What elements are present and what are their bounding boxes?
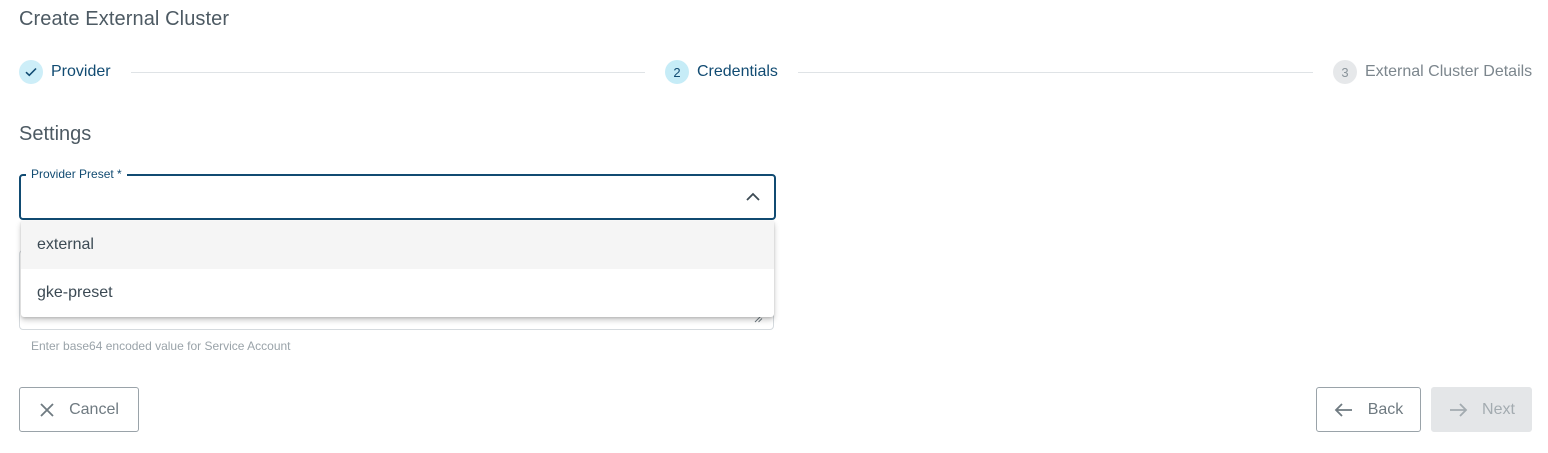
arrow-right-icon <box>1450 402 1468 417</box>
page-title: Create External Cluster <box>19 8 230 30</box>
close-icon <box>40 402 54 417</box>
step-number: 2 <box>665 60 689 84</box>
arrow-left-icon <box>1334 402 1352 417</box>
chevron-up-icon[interactable] <box>745 191 761 203</box>
provider-preset-label: Provider Preset * <box>26 167 127 181</box>
service-account-hint: Enter base64 encoded value for Service A… <box>31 339 291 353</box>
option-gke-preset[interactable]: gke-preset <box>21 269 774 317</box>
step-external-cluster-details[interactable]: 3 External Cluster Details <box>1333 60 1532 84</box>
check-icon <box>19 60 43 84</box>
next-label: Next <box>1482 400 1515 418</box>
back-label: Back <box>1367 400 1404 418</box>
step-connector <box>131 72 645 73</box>
cancel-button[interactable]: Cancel <box>19 387 139 432</box>
step-label: Provider <box>51 63 111 80</box>
step-number: 3 <box>1333 60 1357 84</box>
step-label: External Cluster Details <box>1365 63 1533 80</box>
section-title: Settings <box>19 123 92 145</box>
create-external-cluster-page: Create External Cluster Provider 2 Crede… <box>0 0 1548 453</box>
step-connector <box>798 72 1313 73</box>
provider-preset-select[interactable] <box>19 174 776 220</box>
back-button[interactable]: Back <box>1316 387 1421 432</box>
next-button[interactable]: Next <box>1431 387 1532 432</box>
step-provider[interactable]: Provider <box>19 60 111 84</box>
provider-preset-dropdown: external gke-preset <box>21 221 774 317</box>
step-credentials[interactable]: 2 Credentials <box>665 60 778 84</box>
option-external[interactable]: external <box>21 221 774 269</box>
step-label: Credentials <box>697 63 778 80</box>
cancel-label: Cancel <box>69 400 119 418</box>
